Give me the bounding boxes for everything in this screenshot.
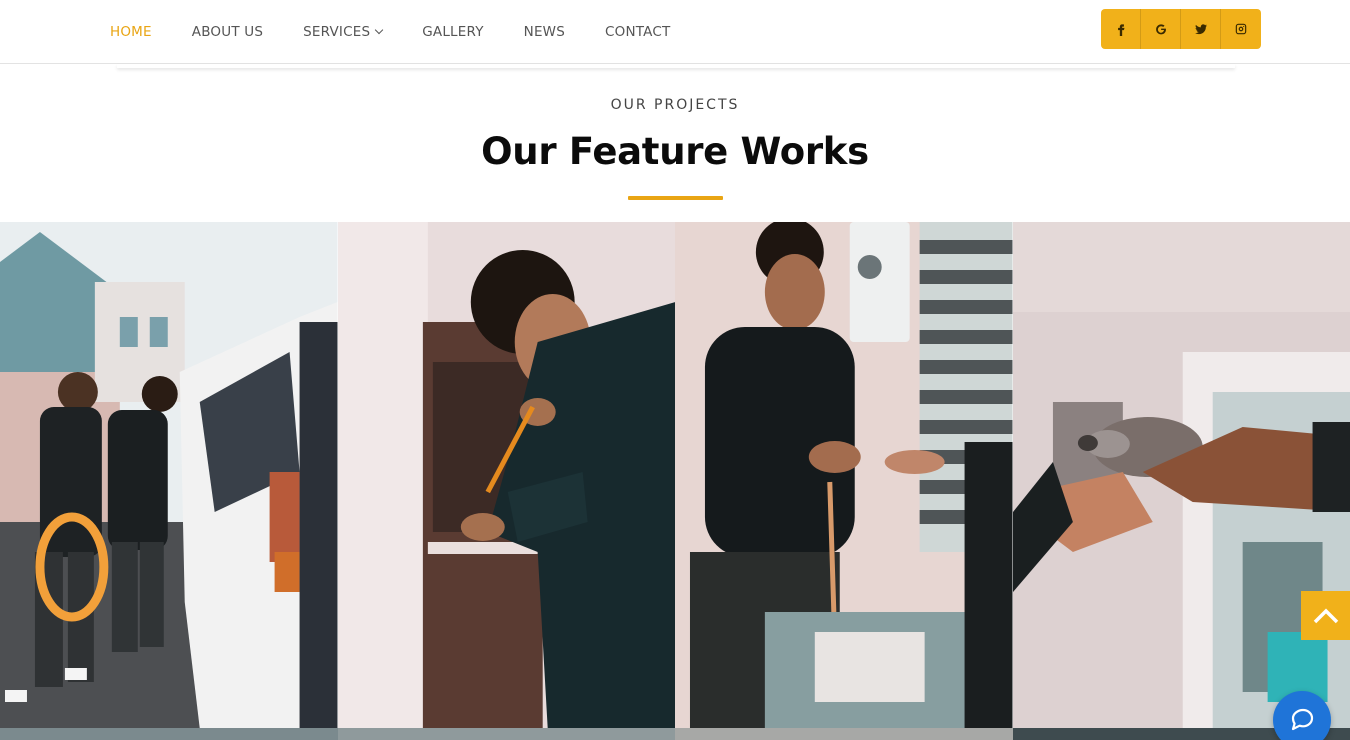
google-link[interactable] [1141, 9, 1181, 49]
chevron-up-icon [1313, 608, 1338, 623]
section-eyebrow: OUR PROJECTS [610, 97, 740, 113]
projects-gallery [0, 222, 1350, 728]
nav-contact-label: CONTACT [605, 24, 671, 40]
instagram-link[interactable] [1221, 9, 1261, 49]
next-row-photo-1[interactable] [0, 728, 338, 740]
chat-widget-button[interactable] [1273, 691, 1331, 740]
hands-pipe-fitting-photo[interactable] [1012, 222, 1350, 728]
nav-gallery-label: GALLERY [422, 24, 484, 40]
instagram-icon [1235, 23, 1247, 35]
technicians-van-cable-photo[interactable] [0, 222, 338, 728]
technician-boiler-pipe-photo[interactable] [675, 222, 1013, 728]
nav-gallery[interactable]: GALLERY [422, 24, 483, 40]
nav-about-us-label: ABOUT US [191, 24, 264, 40]
twitter-link[interactable] [1181, 9, 1221, 49]
nav-home-label: HOME [110, 24, 152, 40]
chevron-down-icon [374, 25, 384, 35]
social-links [1101, 9, 1261, 49]
next-row-photo-2[interactable] [337, 728, 675, 740]
nav-news[interactable]: NEWS [524, 24, 565, 40]
nav-contact[interactable]: CONTACT [605, 24, 670, 40]
chat-bubble-icon [1291, 708, 1314, 731]
nav-about-us[interactable]: ABOUT US [192, 24, 263, 40]
nav-home[interactable]: HOME [110, 24, 152, 40]
gallery-next-row [0, 728, 1350, 740]
next-row-photo-3[interactable] [675, 728, 1013, 740]
nav-shadow-bar [117, 64, 1235, 68]
google-icon [1155, 24, 1166, 35]
facebook-icon [1117, 24, 1124, 36]
nav-services[interactable]: SERVICES [303, 24, 384, 40]
facebook-link[interactable] [1101, 9, 1141, 49]
section-title: Our Feature Works [481, 130, 869, 173]
twitter-icon [1194, 24, 1207, 35]
navbar: HOME ABOUT US SERVICES GALLERY NEWS CONT… [0, 0, 1350, 64]
nav-services-label: SERVICES [303, 24, 371, 40]
scroll-to-top-button[interactable] [1301, 591, 1350, 640]
technician-cupboard-screwdriver-photo[interactable] [337, 222, 675, 728]
nav-news-label: NEWS [523, 24, 566, 40]
title-underline [628, 196, 723, 200]
main-nav: HOME ABOUT US SERVICES GALLERY NEWS CONT… [110, 0, 710, 64]
